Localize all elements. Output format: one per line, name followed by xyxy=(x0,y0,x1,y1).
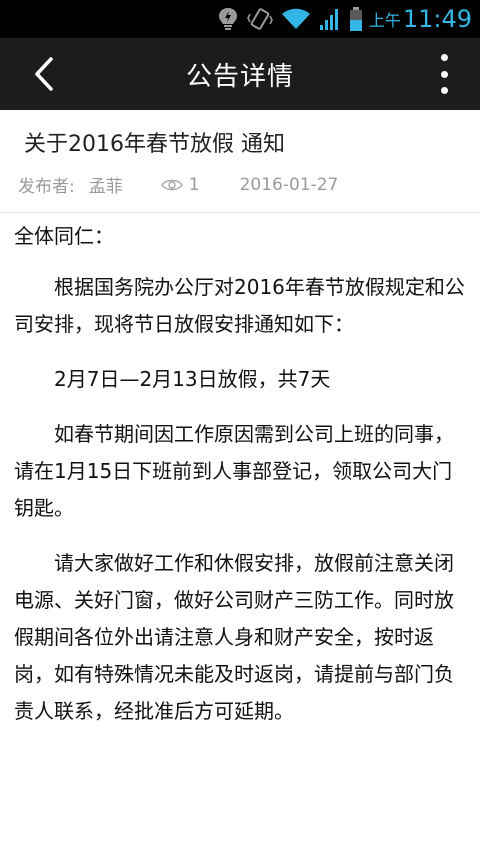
eye-icon xyxy=(160,178,183,192)
vibrate-icon xyxy=(246,6,273,32)
wifi-icon xyxy=(281,6,311,32)
title-bar: 公告详情 xyxy=(0,38,480,110)
more-vertical-icon xyxy=(440,54,448,61)
notice-title: 关于2016年春节放假 通知 xyxy=(24,132,285,157)
chevron-left-icon xyxy=(35,57,53,91)
body-paragraph: 2月7日—2月13日放假，共7天 xyxy=(54,367,331,391)
status-bar: 上午 11:49 xyxy=(0,0,480,38)
status-clock: 11:49 xyxy=(402,5,472,33)
body-paragraph: 如春节期间因工作原因需到公司上班的同事，请在1月15日下班前到人事部登记，领取公… xyxy=(14,422,454,520)
notice-meta: 发布者: 孟菲 1 2016-01-27 xyxy=(18,172,339,198)
greeting: 全体同仁： xyxy=(14,224,114,248)
bulb-icon xyxy=(217,6,239,32)
notice-header: 关于2016年春节放假 通知 发布者: 孟菲 1 2016-01-27 xyxy=(0,110,480,213)
view-count: 1 xyxy=(188,174,200,195)
body-paragraph: 请大家做好工作和休假安排，放假前注意关闭电源、关好门窗，做好公司财产三防工作。同… xyxy=(14,551,454,723)
publisher-label: 发布者: xyxy=(18,177,75,197)
notice-body: 全体同仁： 根据国务院办公厅对2016年春节放假规定和公司安排，现将节日放假安排… xyxy=(14,218,466,748)
battery-icon xyxy=(349,6,363,32)
body-paragraph: 根据国务院办公厅对2016年春节放假规定和公司安排，现将节日放假安排通知如下： xyxy=(14,275,465,336)
page-title: 公告详情 xyxy=(185,61,294,92)
publish-date: 2016-01-27 xyxy=(239,174,339,195)
back-button[interactable] xyxy=(22,52,66,96)
signal-icon xyxy=(319,6,341,32)
more-options-button[interactable] xyxy=(432,54,456,94)
publisher-name: 孟菲 xyxy=(88,177,123,197)
status-ampm: 上午 xyxy=(368,11,401,30)
